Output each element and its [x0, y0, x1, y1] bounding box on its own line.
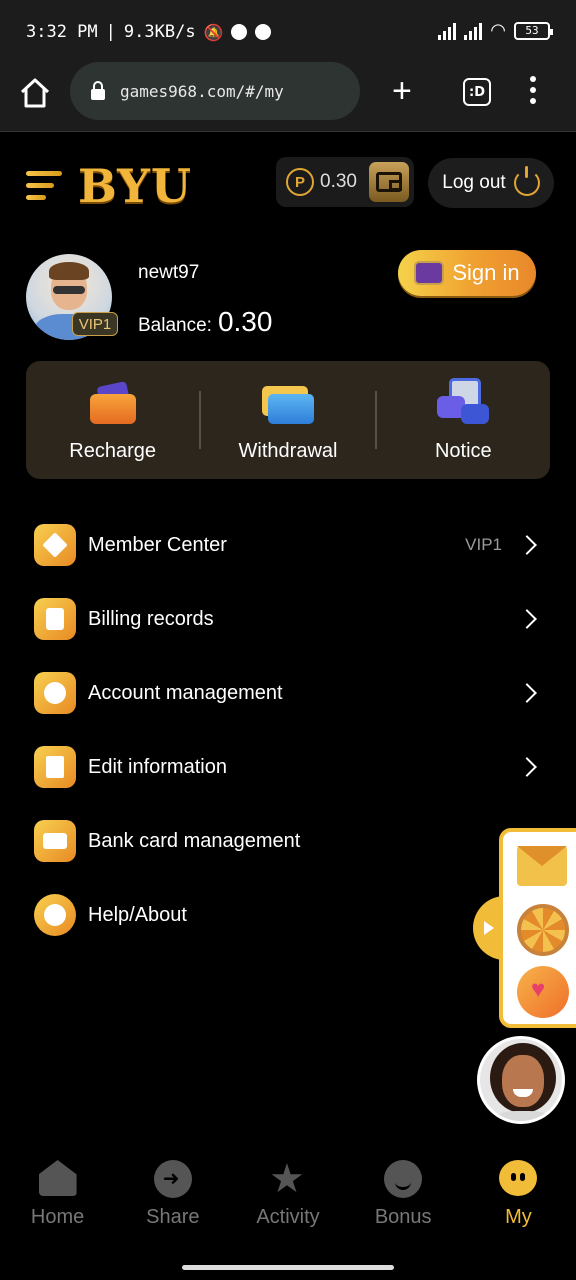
chevron-right-icon [517, 535, 537, 555]
customer-support-avatar[interactable] [477, 1036, 565, 1124]
notice-label: Notice [434, 440, 492, 462]
wifi-icon: ◠ [490, 20, 506, 41]
chevron-right-icon [517, 757, 537, 777]
status-separator: | [105, 22, 116, 42]
sign-in-button[interactable]: Sign in [398, 250, 536, 296]
logout-label: Log out [442, 172, 506, 193]
status-left: 3:32 PM | 9.3KB/s 🔕 [26, 22, 272, 42]
side-promo-panel [499, 828, 576, 1028]
status-bar: 3:32 PM | 9.3KB/s 🔕 ◠ 53 [0, 0, 576, 62]
star-icon: ★ [269, 1156, 305, 1202]
info-icon [34, 894, 76, 936]
menu-item-edit-information[interactable]: Edit information [0, 730, 576, 804]
signal-icon-2 [464, 22, 483, 40]
gesture-bar[interactable] [182, 1265, 394, 1270]
nav-my[interactable]: My [461, 1160, 576, 1250]
balance-label: Balance: [138, 315, 212, 336]
cards-icon [261, 382, 314, 426]
power-icon [513, 166, 540, 196]
diamond-icon [34, 524, 76, 566]
recharge-button[interactable]: Recharge [26, 361, 199, 479]
nav-label: Bonus [374, 1206, 432, 1228]
menu-item-bank-card-management[interactable]: Bank card management [0, 804, 576, 878]
coin-balance-pill[interactable]: P 0.30 [276, 157, 414, 207]
lucky-wheel-icon[interactable] [517, 904, 569, 956]
quick-actions-panel: Recharge Withdrawal Notice [26, 361, 550, 479]
home-icon[interactable] [18, 76, 52, 110]
profile-section: VIP1 newt97 Balance: 0.30 Sign in [0, 250, 576, 350]
new-tab-button[interactable]: + [392, 74, 412, 108]
nav-share[interactable]: Share [115, 1160, 230, 1250]
vip-badge: VIP1 [72, 312, 118, 336]
vip-level-text: VIP1 [465, 535, 502, 554]
wallet-icon [88, 381, 138, 426]
notice-button[interactable]: Notice [377, 361, 550, 479]
status-right: ◠ 53 [438, 20, 553, 41]
balance: Balance: 0.30 [138, 306, 272, 338]
menu-item-billing-records[interactable]: Billing records [0, 582, 576, 656]
menu-item-label: Billing records [88, 607, 214, 630]
menu-item-label: Account management [88, 681, 283, 704]
chat-hearts-icon[interactable] [517, 966, 569, 1018]
bank-card-icon [34, 820, 76, 862]
share-icon [153, 1160, 192, 1198]
sign-in-label: Sign in [452, 260, 520, 285]
menu-item-label: Help/About [88, 903, 187, 926]
lock-icon [91, 81, 105, 100]
withdrawal-button[interactable]: Withdrawal [201, 361, 374, 479]
nav-label: Share [146, 1206, 200, 1228]
nav-home[interactable]: Home [0, 1160, 115, 1250]
account-menu: Member Center VIP1 Billing records Accou… [0, 508, 576, 952]
status-time: 3:32 PM [26, 22, 98, 42]
my-face-icon [499, 1160, 538, 1196]
nav-label: My [505, 1206, 532, 1228]
bottom-nav: Home Share ★ Activity Bonus My [0, 1156, 576, 1250]
hamburger-menu-icon[interactable] [26, 171, 62, 207]
smile-icon [384, 1160, 423, 1198]
coin-icon: P [286, 168, 314, 196]
menu-item-account-management[interactable]: Account management [0, 656, 576, 730]
chevron-right-icon [517, 683, 537, 703]
nav-label: Activity [256, 1206, 320, 1228]
wallet-icon[interactable] [369, 162, 409, 202]
mute-icon: 🔕 [203, 22, 224, 42]
withdrawal-label: Withdrawal [238, 440, 338, 462]
network-speed: 9.3KB/s [123, 22, 196, 42]
chevron-right-icon [517, 609, 537, 629]
treasure-chest-icon [414, 261, 445, 285]
play-icon [484, 921, 494, 935]
tabs-button[interactable]: :D [463, 78, 491, 106]
home-icon [38, 1160, 77, 1196]
nav-label: Home [30, 1206, 85, 1228]
username: newt97 [138, 262, 200, 283]
clipboard-icon [34, 598, 76, 640]
coin-balance: 0.30 [320, 171, 357, 192]
brand-logo: BYU [78, 159, 193, 213]
battery-icon: 53 [514, 21, 553, 40]
app-notification-icon [255, 24, 272, 40]
app-header: BYU P 0.30 Log out [0, 133, 576, 233]
menu-item-member-center[interactable]: Member Center VIP1 [0, 508, 576, 582]
browser-menu-icon[interactable] [530, 76, 536, 104]
notice-icon [437, 376, 490, 426]
user-icon [34, 672, 76, 714]
address-bar[interactable]: games968.com/#/my [70, 62, 360, 120]
menu-item-label: Member Center [88, 533, 227, 556]
menu-item-label: Bank card management [88, 829, 301, 852]
messenger-icon [231, 24, 248, 40]
url-text: games968.com/#/my [120, 81, 284, 101]
menu-item-label: Edit information [88, 755, 227, 778]
signal-icon [438, 22, 457, 40]
browser-toolbar: games968.com/#/my + :D [0, 62, 576, 132]
logout-button[interactable]: Log out [428, 158, 554, 208]
nav-activity[interactable]: ★ Activity [230, 1156, 345, 1250]
mail-icon[interactable] [517, 846, 567, 886]
recharge-label: Recharge [69, 440, 157, 462]
nav-bonus[interactable]: Bonus [346, 1160, 461, 1250]
balance-value: 0.30 [217, 306, 273, 337]
document-icon [34, 746, 76, 788]
